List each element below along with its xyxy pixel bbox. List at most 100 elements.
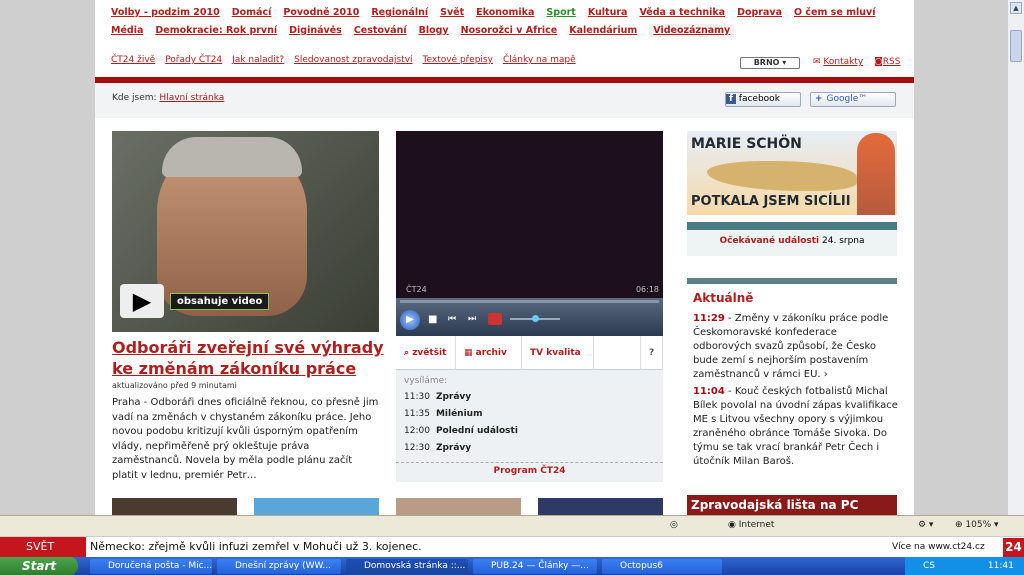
nav-link[interactable]: Kalendárium	[569, 25, 637, 36]
nav-link[interactable]: Sport	[546, 7, 575, 18]
aktualne-divider	[687, 278, 897, 284]
nav-link[interactable]: Svět	[440, 7, 464, 18]
breadcrumb-label: Kde jsem:	[112, 93, 157, 103]
nav-link[interactable]: Povodně 2010	[283, 7, 359, 18]
thumbnail[interactable]	[254, 498, 379, 515]
taskbar-item[interactable]: Doručená pošta - Mic...	[90, 559, 212, 574]
nav-link[interactable]: O čem se mluví	[794, 7, 875, 18]
play-button-icon[interactable]: ▶	[400, 310, 420, 330]
schedule-row[interactable]: 11:35 Milénium	[404, 409, 482, 419]
taskbar-item[interactable]: Domovská stránka ::...	[346, 559, 468, 574]
play-icon[interactable]: ▶	[120, 284, 164, 318]
schedule-time: 11:30	[404, 392, 430, 402]
subnav-link[interactable]: Články na mapě	[503, 55, 576, 65]
player-controls: ▶ ■ ⏮ ⏭	[396, 298, 663, 336]
seek-bar[interactable]	[400, 300, 659, 303]
schedule-row[interactable]: 12:30 Zprávy	[404, 443, 471, 453]
schedule-row[interactable]: 12:00 Polední události	[404, 426, 518, 436]
news-item-2[interactable]: 11:04 - Kouč českých fotbalistů Michal B…	[693, 385, 898, 469]
subnav-link[interactable]: ČT24 živě	[111, 55, 155, 65]
ticker-more-link[interactable]: Více na www.ct24.cz	[892, 542, 985, 552]
google-share-button[interactable]: + Google™	[810, 92, 896, 107]
scroll-up-icon[interactable]: ▲	[1010, 2, 1022, 14]
mute-icon[interactable]	[488, 313, 502, 325]
subnav-link[interactable]: Pořady ČT24	[165, 55, 222, 65]
nav-link[interactable]: Demokracie: Rok první	[155, 25, 277, 36]
program-link[interactable]: Program ČT24	[396, 462, 663, 476]
help-button[interactable]: ?	[640, 336, 663, 370]
nav-link[interactable]: Ekonomika	[476, 7, 534, 18]
schedule-show: Polední události	[435, 426, 518, 436]
nav-link[interactable]: Blogy	[419, 25, 449, 36]
hair-shape	[162, 137, 302, 177]
zoom-control[interactable]: ⊕ 105% ▾	[955, 520, 999, 530]
thumbnail[interactable]	[396, 498, 521, 515]
subnav-link[interactable]: Textové přepisy	[423, 55, 493, 65]
contacts-link[interactable]: Kontakty	[823, 57, 863, 67]
hero-headline[interactable]: Odboráři zveřejní své výhrady ke změnám …	[112, 337, 392, 379]
thumbnail[interactable]	[112, 498, 237, 515]
help-label: ?	[649, 348, 655, 358]
nav-link[interactable]: Kultura	[588, 7, 628, 18]
ticker-label: SVĚT	[0, 537, 86, 558]
zone-indicator: ◉ Internet	[728, 520, 774, 530]
taskbar-item[interactable]: Dnešní zprávy (WW...	[217, 559, 341, 574]
globe-icon: ◉	[728, 520, 739, 530]
volume-slider[interactable]	[510, 315, 560, 322]
nav-link[interactable]: Regionální	[371, 7, 428, 18]
map-shape	[707, 161, 857, 191]
subnav-link[interactable]: Jak naladit?	[232, 55, 284, 65]
nav-link[interactable]: Média	[111, 25, 143, 36]
subnav-link[interactable]: Sledovanost zpravodajství	[294, 55, 412, 65]
nav-link[interactable]: Volby - podzim 2010	[111, 7, 220, 18]
events-date: 24. srpna	[822, 236, 865, 246]
breadcrumb-home-link[interactable]: Hlavní stránka	[159, 93, 224, 103]
nav-link[interactable]: Doprava	[737, 7, 782, 18]
taskbar-item[interactable]: PUB.24 — Články —...	[473, 559, 597, 574]
ticker-app-banner[interactable]: Zpravodajská lišta na PC	[687, 495, 897, 515]
expected-events[interactable]: Očekávané události 24. srpna	[687, 222, 897, 256]
stop-icon[interactable]: ■	[428, 314, 437, 325]
language-indicator[interactable]: CS	[923, 561, 935, 571]
schedule-row[interactable]: 11:30 Zprávy	[404, 392, 471, 402]
ticker-text[interactable]: Německo: zřejmě kvůli infuzi zemřel v Mo…	[90, 540, 422, 553]
thumbnail[interactable]	[538, 498, 663, 515]
program-schedule: vysíláme: 11:30 Zprávy 11:35 Milénium 12:00 P…	[396, 370, 663, 482]
facebook-label: facebook	[738, 94, 780, 104]
schedule-time: 12:30	[404, 443, 430, 453]
nav-link[interactable]: Diginávės	[289, 25, 342, 36]
promo-banner[interactable]: MARIE SCHÖN POTKALA JSEM SICÍLII	[687, 131, 897, 215]
player-tools: ⌕ zvětšit ▦ archiv TV kvalita ?	[396, 336, 663, 370]
hero-image[interactable]: ▶ obsahuje video	[112, 131, 379, 332]
region-select[interactable]: BRNO ▾	[740, 57, 800, 69]
aktualne-title: Aktuálně	[693, 291, 754, 305]
nav-link[interactable]: Domácí	[232, 7, 272, 18]
archive-label: archiv	[475, 348, 507, 358]
vertical-scrollbar[interactable]: ▲	[1007, 0, 1024, 515]
zoom-icon: ⊕	[955, 520, 966, 530]
nav-link[interactable]: Věda a technika	[639, 7, 725, 18]
protected-mode-icon[interactable]: ⚙ ▾	[918, 520, 933, 530]
scroll-thumb[interactable]	[1010, 30, 1022, 62]
promo-caption: POTKALA JSEM SICÍLII	[691, 194, 851, 209]
breadcrumb: Kde jsem: Hlavní stránka	[112, 93, 224, 103]
video-player[interactable]: ČT24 06:18 ▶ ■ ⏮ ⏭	[396, 131, 663, 336]
next-icon[interactable]: ⏭	[468, 314, 476, 324]
tv-quality-button[interactable]: TV kvalita	[522, 336, 594, 370]
facebook-share-button[interactable]: f facebook	[725, 92, 801, 107]
nav-link[interactable]: Cestování	[354, 25, 407, 36]
nav-link[interactable]: Nosorožci v Africe	[461, 25, 558, 36]
archive-button[interactable]: ▦ archiv	[456, 336, 522, 370]
schedule-heading: vysíláme:	[404, 376, 448, 386]
events-text: Očekávané události 24. srpna	[687, 236, 897, 246]
news-item-1[interactable]: 11:29 - Změny v zákoníku práce podle Čes…	[693, 312, 898, 382]
rss-link[interactable]: RSS	[883, 57, 901, 67]
sub-nav: ČT24 živě Pořady ČT24 Jak naladit? Sledovan…	[111, 55, 586, 65]
schedule-show: Zprávy	[435, 443, 472, 453]
previous-icon[interactable]: ⏮	[448, 314, 456, 324]
nav-link[interactable]: Videozáznamy	[649, 24, 735, 37]
taskbar-item[interactable]: Octopus6	[602, 559, 722, 574]
mail-icon: ✉	[813, 57, 824, 67]
zoom-button[interactable]: ⌕ zvětšit	[396, 336, 456, 370]
start-button[interactable]: Start	[0, 557, 78, 575]
